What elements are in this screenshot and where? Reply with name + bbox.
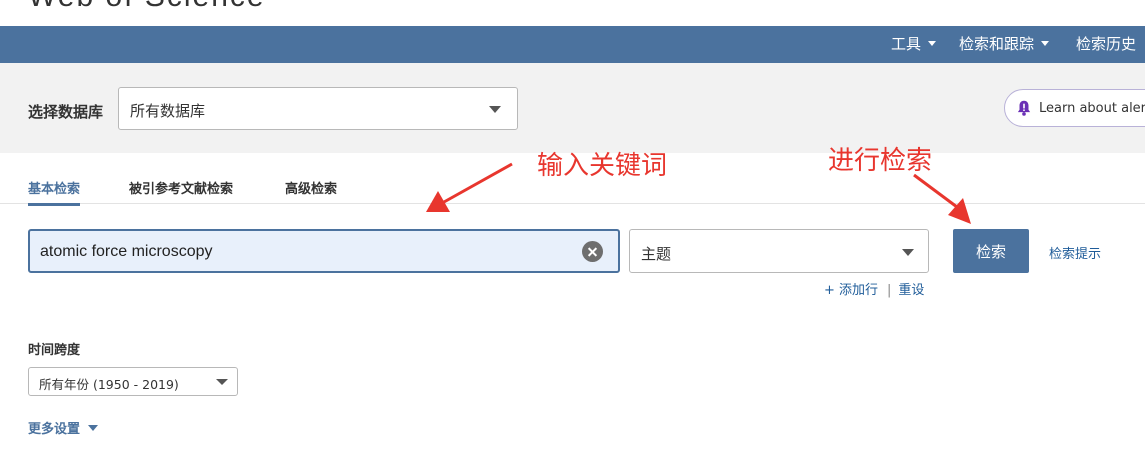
app-title: Web of Science (28, 0, 266, 14)
caret-down-icon (928, 41, 937, 46)
more-settings-toggle[interactable]: 更多设置 (28, 418, 99, 437)
timespan-selected-value: 所有年份 (1950 - 2019) (39, 377, 179, 392)
actions-separator: | (887, 283, 892, 298)
search-input-container (28, 229, 620, 273)
search-button[interactable]: 检索 (953, 229, 1029, 273)
annotation-enter-keywords: 输入关键词 (537, 151, 668, 181)
search-tips-link[interactable]: 检索提示 (1049, 243, 1101, 262)
search-row-actions: + 添加行 | 重设 (824, 279, 924, 298)
more-settings-label: 更多设置 (28, 422, 81, 437)
search-input[interactable] (40, 241, 570, 263)
chevron-down-icon (902, 249, 914, 256)
database-selected-value: 所有数据库 (130, 102, 206, 120)
search-field-select[interactable]: 主题 (629, 229, 929, 273)
tab-basic-search[interactable]: 基本检索 (28, 178, 81, 206)
add-row-link[interactable]: + 添加行 (824, 283, 878, 298)
nav-item-tools[interactable]: 工具 (891, 26, 937, 63)
chevron-down-icon (489, 106, 501, 113)
annotation-perform-search: 进行检索 (828, 146, 933, 176)
search-field-selected-value: 主题 (641, 245, 672, 263)
caret-down-icon (1041, 41, 1050, 46)
database-selection-band: 选择数据库 所有数据库 Learn about alerting (0, 63, 1145, 153)
tab-cited-reference-search[interactable]: 被引参考文献检索 (129, 178, 233, 197)
alerting-banner-text: Learn about alerting (1039, 101, 1145, 116)
top-navigation-bar: 工具 检索和跟踪 检索历史 (0, 26, 1145, 63)
reset-link[interactable]: 重设 (898, 283, 924, 298)
clear-search-icon[interactable] (582, 241, 603, 262)
alerting-banner[interactable]: Learn about alerting (1004, 89, 1145, 127)
nav-item-label: 检索历史 (1076, 35, 1137, 53)
nav-item-search-history[interactable]: 检索历史 (1076, 26, 1136, 63)
timespan-select[interactable]: 所有年份 (1950 - 2019) (28, 367, 238, 396)
database-label: 选择数据库 (28, 103, 104, 121)
chevron-down-icon (216, 379, 228, 385)
bell-icon (1017, 100, 1031, 116)
caret-down-icon (88, 425, 99, 431)
database-select[interactable]: 所有数据库 (118, 87, 518, 130)
tab-advanced-search[interactable]: 高级检索 (285, 178, 337, 197)
nav-item-label: 检索和跟踪 (959, 35, 1035, 53)
timespan-label: 时间跨度 (28, 343, 81, 358)
nav-item-search-and-tracking[interactable]: 检索和跟踪 (959, 26, 1050, 63)
nav-item-label: 工具 (891, 35, 922, 53)
